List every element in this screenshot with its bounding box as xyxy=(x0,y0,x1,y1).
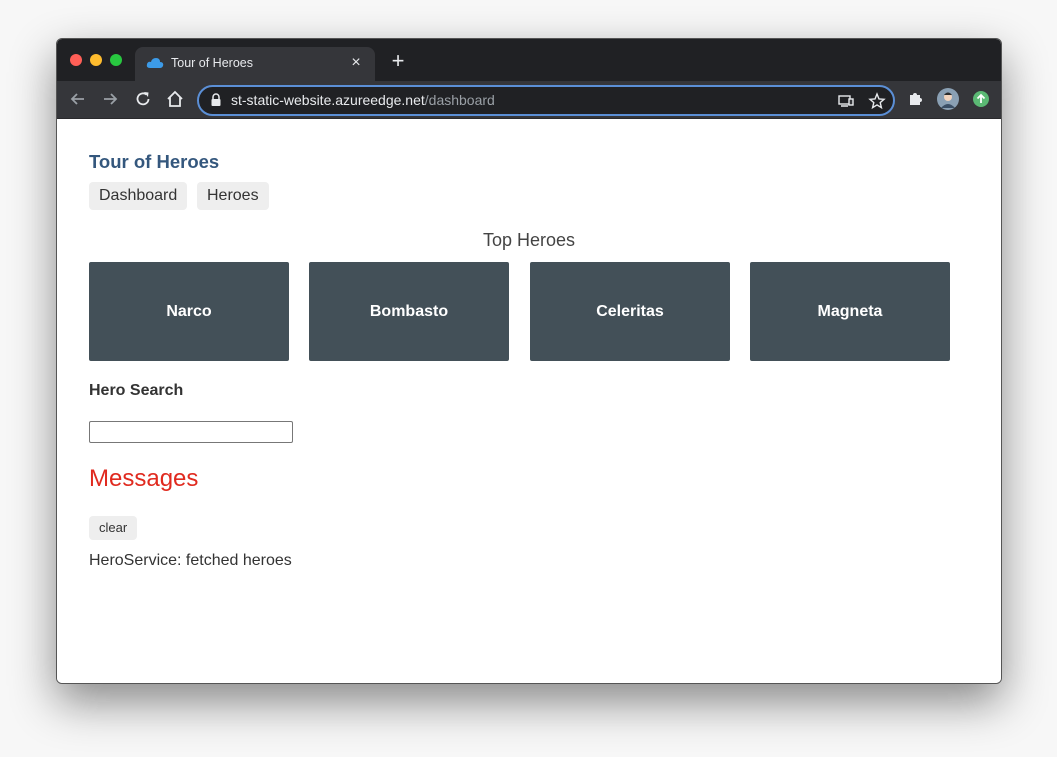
new-tab-button[interactable]: + xyxy=(388,50,408,72)
profile-avatar-icon[interactable] xyxy=(937,88,959,110)
browser-window: Tour of Heroes × + st-static-website.azu… xyxy=(56,38,1002,684)
back-arrow-icon[interactable] xyxy=(68,89,88,109)
top-heroes-heading: Top Heroes xyxy=(482,230,576,250)
message-item: HeroService: fetched heroes xyxy=(89,552,292,569)
url-host: st-static-website.azureedge.net xyxy=(231,92,425,108)
forward-arrow-icon[interactable] xyxy=(100,89,120,109)
app-title: Tour of Heroes xyxy=(89,151,220,172)
nav-dashboard-link[interactable]: Dashboard xyxy=(89,182,188,210)
tab-tour-of-heroes[interactable]: Tour of Heroes × xyxy=(135,47,375,81)
lock-icon[interactable] xyxy=(210,93,222,107)
nav-heroes-link[interactable]: Heroes xyxy=(197,182,269,210)
messages-heading: Messages xyxy=(89,465,199,492)
hero-card[interactable]: Bombasto xyxy=(309,262,509,361)
zoom-window-button[interactable] xyxy=(110,54,122,66)
update-icon[interactable] xyxy=(971,89,991,109)
hero-card[interactable]: Narco xyxy=(89,262,289,361)
url-path: /dashboard xyxy=(424,92,495,108)
close-tab-button[interactable]: × xyxy=(347,54,365,72)
close-window-button[interactable] xyxy=(70,54,82,66)
home-icon[interactable] xyxy=(165,89,185,109)
address-bar[interactable]: st-static-website.azureedge.net/dashboar… xyxy=(197,85,895,116)
hero-card[interactable]: Magneta xyxy=(750,262,950,361)
page-content: Tour of Heroes Dashboard Heroes Top Hero… xyxy=(57,119,1001,683)
tab-title: Tour of Heroes xyxy=(171,56,253,70)
url-text: st-static-website.azureedge.net/dashboar… xyxy=(231,92,495,108)
browser-toolbar: st-static-website.azureedge.net/dashboar… xyxy=(57,81,1001,119)
cast-icon[interactable] xyxy=(837,92,855,110)
bookmark-star-icon[interactable] xyxy=(868,92,886,110)
minimize-window-button[interactable] xyxy=(90,54,102,66)
hero-search-input[interactable] xyxy=(89,421,293,443)
hero-card[interactable]: Celeritas xyxy=(530,262,730,361)
clear-messages-button[interactable]: clear xyxy=(89,516,138,540)
hero-search-label: Hero Search xyxy=(89,382,184,399)
tab-bar: Tour of Heroes × + xyxy=(57,39,1001,81)
extensions-puzzle-icon[interactable] xyxy=(906,89,926,109)
reload-icon[interactable] xyxy=(133,89,153,109)
cloud-icon xyxy=(146,58,164,68)
